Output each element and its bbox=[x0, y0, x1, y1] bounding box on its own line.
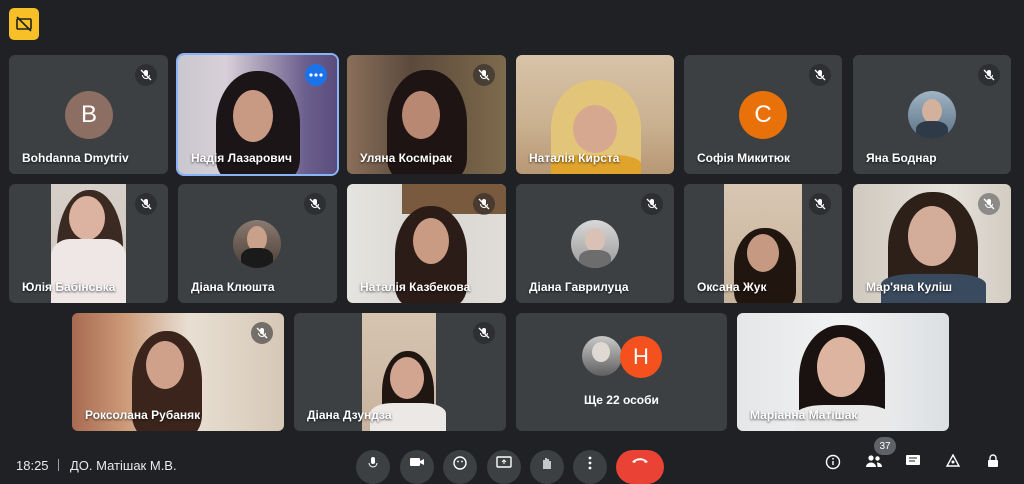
participant-face bbox=[817, 337, 865, 397]
avatar: H bbox=[620, 336, 662, 378]
mic-off-icon bbox=[978, 193, 1000, 215]
more-options-button[interactable] bbox=[573, 450, 607, 484]
participant-tile[interactable]: Діана Гаврилуца bbox=[516, 184, 674, 303]
avatar: B bbox=[65, 91, 113, 139]
raise-hand-icon bbox=[543, 458, 551, 469]
more-options-icon bbox=[588, 456, 592, 470]
participant-tile[interactable]: Яна Боднар bbox=[853, 55, 1011, 174]
present-icon bbox=[496, 456, 512, 468]
participant-tile[interactable]: C Софія Микитюк bbox=[684, 55, 842, 174]
activities-icon bbox=[945, 454, 961, 467]
more-participants-label: Ще 22 особи bbox=[584, 393, 659, 407]
participant-tile[interactable]: Юлія Бабінська bbox=[9, 184, 168, 303]
participant-face bbox=[146, 341, 184, 389]
mic-off-icon bbox=[135, 64, 157, 86]
participant-name: Маріанна Матішак bbox=[750, 408, 858, 422]
participant-face bbox=[402, 91, 440, 139]
captions-off-badge[interactable] bbox=[9, 8, 39, 40]
participant-tile[interactable]: Оксана Жук bbox=[684, 184, 842, 303]
participant-tile[interactable]: Наталія Казбекова bbox=[347, 184, 506, 303]
divider bbox=[58, 459, 59, 471]
host-controls-button[interactable] bbox=[983, 454, 1003, 470]
participant-face bbox=[413, 218, 449, 264]
participant-name: Bohdanna Dmytriv bbox=[22, 151, 129, 165]
avatar bbox=[233, 220, 281, 268]
chat-button[interactable] bbox=[903, 454, 923, 470]
lock-icon bbox=[988, 454, 998, 467]
avatar bbox=[571, 220, 619, 268]
mic-off-icon bbox=[809, 64, 831, 86]
participant-tile[interactable]: Мар'яна Куліш bbox=[853, 184, 1011, 303]
camera-button[interactable] bbox=[400, 450, 434, 484]
participant-count-badge: 37 bbox=[874, 437, 896, 455]
mic-off-icon bbox=[641, 193, 663, 215]
participant-tile[interactable]: Діана Клюшта bbox=[178, 184, 337, 303]
mic-off-icon bbox=[473, 322, 495, 344]
participant-name: Наталія Казбекова bbox=[360, 280, 471, 294]
participant-tile[interactable]: Маріанна Матішак bbox=[737, 313, 949, 431]
bottom-control-bar: 18:25 ДО. Матішак М.В. bbox=[0, 448, 1024, 484]
participant-name: Діана Дзундза bbox=[307, 408, 392, 422]
captions-off-icon bbox=[16, 16, 32, 32]
present-button[interactable] bbox=[487, 450, 521, 484]
meeting-time: 18:25 bbox=[16, 458, 49, 473]
participant-name: Мар'яна Куліш bbox=[866, 280, 953, 294]
participant-name: Діана Клюшта bbox=[191, 280, 275, 294]
end-call-icon bbox=[632, 458, 648, 463]
participant-face bbox=[747, 234, 779, 272]
participant-face bbox=[69, 196, 105, 240]
participant-face bbox=[908, 206, 956, 266]
participant-name: Оксана Жук bbox=[697, 280, 767, 294]
mic-off-icon bbox=[978, 64, 1000, 86]
participant-tile[interactable]: Роксолана Рубаняк bbox=[72, 313, 284, 431]
participant-name: Яна Боднар bbox=[866, 151, 937, 165]
participant-name: Наталія Кирста bbox=[529, 151, 620, 165]
participant-name: Уляна Космірак bbox=[360, 151, 452, 165]
more-options-icon[interactable] bbox=[305, 64, 327, 86]
mic-off-icon bbox=[473, 64, 495, 86]
participant-tile[interactable]: Діана Дзундза bbox=[294, 313, 506, 431]
avatar bbox=[582, 336, 622, 376]
participant-face bbox=[233, 90, 273, 142]
mic-icon bbox=[368, 457, 378, 468]
info-icon bbox=[825, 454, 841, 470]
avatar bbox=[908, 91, 956, 139]
participant-tile[interactable]: Уляна Космірак bbox=[347, 55, 506, 174]
participant-name: Роксолана Рубаняк bbox=[85, 408, 201, 422]
avatar: C bbox=[739, 91, 787, 139]
emoji-button[interactable] bbox=[443, 450, 477, 484]
participant-name: Софія Микитюк bbox=[697, 151, 791, 165]
end-call-button[interactable] bbox=[616, 450, 664, 484]
activities-button[interactable] bbox=[943, 454, 963, 470]
mic-off-icon bbox=[809, 193, 831, 215]
participant-name: Діана Гаврилуца bbox=[529, 280, 629, 294]
emoji-icon bbox=[453, 456, 467, 470]
meeting-title: ДО. Матішак М.В. bbox=[70, 458, 177, 473]
participant-face bbox=[573, 105, 617, 153]
chat-icon bbox=[906, 455, 920, 465]
camera-icon bbox=[410, 458, 424, 466]
participant-name: Юлія Бабінська bbox=[22, 280, 116, 294]
participant-tile[interactable]: Наталія Кирста bbox=[516, 55, 674, 174]
mic-button[interactable] bbox=[356, 450, 390, 484]
participant-name: Надія Лазарович bbox=[191, 151, 293, 165]
mic-off-icon bbox=[473, 193, 495, 215]
raise-hand-button[interactable] bbox=[530, 450, 564, 484]
mic-off-icon bbox=[304, 193, 326, 215]
mic-off-icon bbox=[135, 193, 157, 215]
more-participants-tile[interactable]: H Ще 22 особи bbox=[516, 313, 727, 431]
participant-face bbox=[390, 357, 424, 399]
participant-tile[interactable]: B Bohdanna Dmytriv bbox=[9, 55, 168, 174]
mic-off-icon bbox=[251, 322, 273, 344]
meeting-details-button[interactable] bbox=[823, 454, 843, 470]
people-button[interactable] bbox=[864, 454, 884, 470]
people-icon bbox=[866, 455, 882, 467]
participant-tile-speaking[interactable]: Надія Лазарович bbox=[178, 55, 337, 174]
